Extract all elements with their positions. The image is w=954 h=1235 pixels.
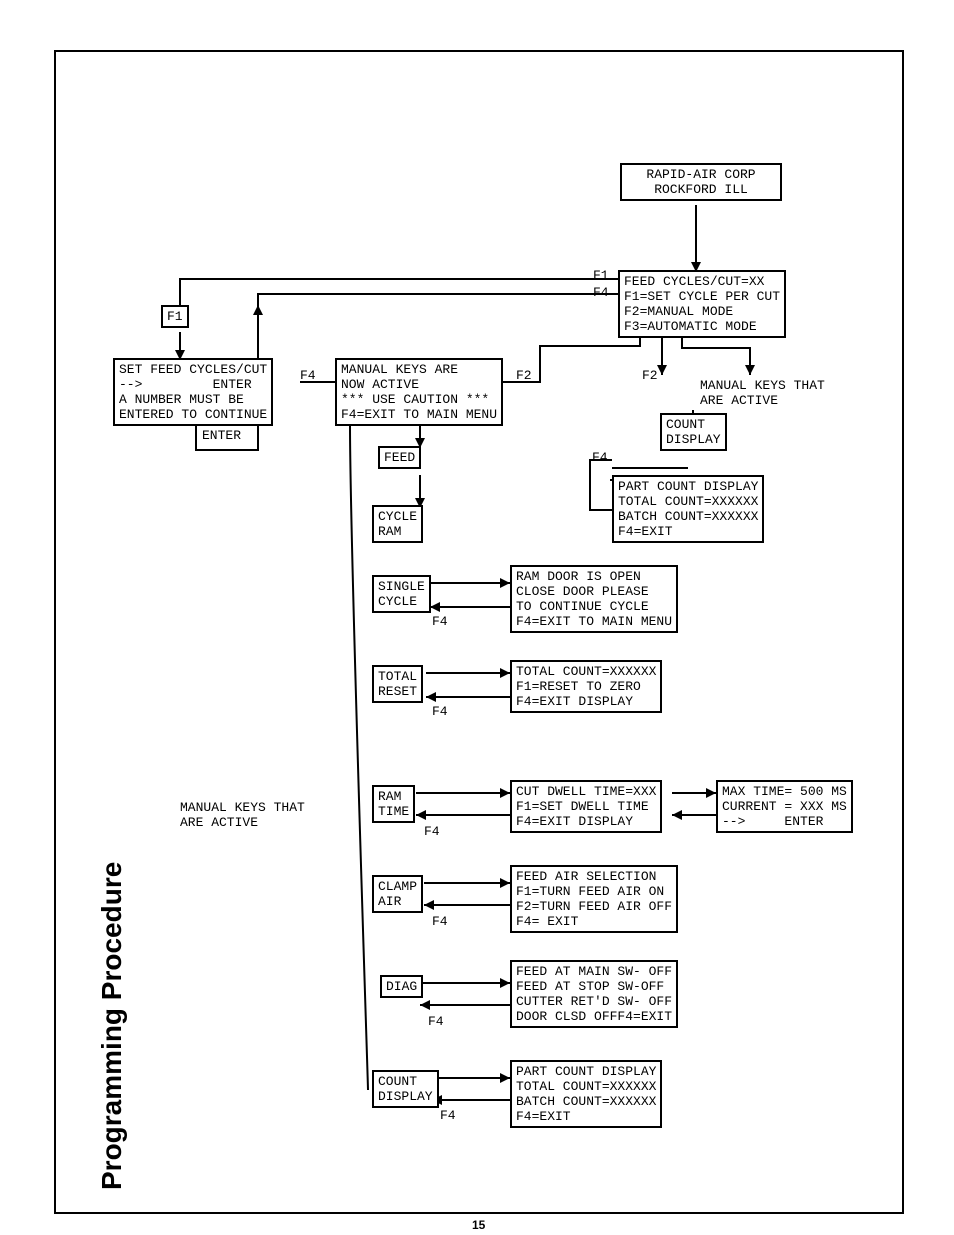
box-max-time: MAX TIME= 500 MS CURRENT = XXX MS --> EN… — [716, 780, 853, 833]
page-number: 15 — [472, 1218, 485, 1232]
box-ram-time: RAM TIME — [372, 785, 415, 823]
box-clamp-air: CLAMP AIR — [372, 875, 423, 913]
label-f4-top: F4 — [593, 285, 609, 300]
label-f1: F1 — [593, 268, 609, 283]
box-cut-dwell: CUT DWELL TIME=XXX F1=SET DWELL TIME F4=… — [510, 780, 662, 833]
box-diag-out: FEED AT MAIN SW- OFF FEED AT STOP SW-OFF… — [510, 960, 678, 1028]
arrow-icon — [500, 978, 510, 988]
box-single-cycle: SINGLE CYCLE — [372, 575, 431, 613]
arrow-icon — [416, 810, 426, 820]
arrow-icon — [672, 810, 682, 820]
box-part-count-lower: PART COUNT DISPLAY TOTAL COUNT=XXXXXX BA… — [510, 1060, 662, 1128]
page-title: Programming Procedure — [96, 862, 128, 1190]
arrow-icon — [657, 365, 667, 375]
box-count-display-right: COUNT DISPLAY — [660, 413, 727, 451]
arrow-icon — [745, 365, 755, 375]
box-count-display-left: COUNT DISPLAY — [372, 1070, 439, 1108]
label-f4-d: F4 — [432, 704, 448, 719]
label-f4-left: F4 — [300, 368, 316, 383]
label-manual-active-left: MANUAL KEYS THAT ARE ACTIVE — [180, 800, 305, 830]
label-f2a: F2 — [516, 368, 532, 383]
arrow-icon — [500, 878, 510, 888]
box-feed-air: FEED AIR SELECTION F1=TURN FEED AIR ON F… — [510, 865, 678, 933]
box-total-count: TOTAL COUNT=XXXXXX F1=RESET TO ZERO F4=E… — [510, 660, 662, 713]
arrow-icon — [500, 1073, 510, 1083]
label-f4-b: F4 — [592, 450, 608, 465]
label-f4-h: F4 — [440, 1108, 456, 1123]
arrow-icon — [706, 788, 716, 798]
arrow-icon — [253, 305, 263, 315]
arrow-icon — [500, 788, 510, 798]
label-f4-g: F4 — [428, 1014, 444, 1029]
page: RAPID-AIR CORP ROCKFORD ILL FEED CYCLES/… — [0, 0, 954, 1235]
box-main-menu: FEED CYCLES/CUT=XX F1=SET CYCLE PER CUT … — [618, 270, 786, 338]
label-f4-e: F4 — [424, 824, 440, 839]
label-manual-active-top: MANUAL KEYS THAT ARE ACTIVE — [700, 378, 825, 408]
arrow-icon — [500, 578, 510, 588]
label-f4-c: F4 — [432, 614, 448, 629]
box-set-feed: SET FEED CYCLES/CUT --> ENTER A NUMBER M… — [113, 358, 273, 426]
box-diag: DIAG — [380, 975, 423, 998]
arrow-icon — [500, 668, 510, 678]
box-manual-keys: MANUAL KEYS ARE NOW ACTIVE *** USE CAUTI… — [335, 358, 503, 426]
label-enter: ENTER — [202, 428, 241, 443]
label-f2b: F2 — [642, 368, 658, 383]
arrow-icon — [424, 900, 434, 910]
connector-lines — [0, 0, 954, 1235]
box-part-count-upper: PART COUNT DISPLAY TOTAL COUNT=XXXXXX BA… — [612, 475, 764, 543]
box-total-reset: TOTAL RESET — [372, 665, 423, 703]
box-company: RAPID-AIR CORP ROCKFORD ILL — [620, 163, 782, 201]
box-f1: F1 — [161, 305, 189, 328]
box-cycle-ram: CYCLE RAM — [372, 505, 423, 543]
label-f4-f: F4 — [432, 914, 448, 929]
arrow-icon — [430, 602, 440, 612]
arrow-icon — [426, 692, 436, 702]
box-ram-door: RAM DOOR IS OPEN CLOSE DOOR PLEASE TO CO… — [510, 565, 678, 633]
arrow-icon — [420, 1000, 430, 1010]
box-feed: FEED — [378, 446, 421, 469]
